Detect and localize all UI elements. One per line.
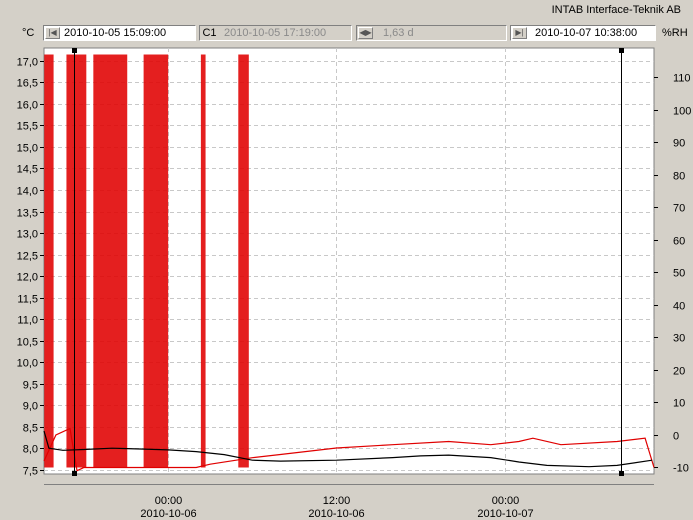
y-left-tick-label: 10,5 (17, 337, 38, 349)
rh-spike-band (143, 54, 169, 468)
rh-spike-band (200, 54, 206, 468)
y-right-tick-label: 30 (673, 333, 685, 345)
x-tick-time: 00:00 (492, 495, 520, 507)
y-left-tick-label: 8,0 (23, 444, 38, 456)
cursor-handle-bottom (72, 471, 77, 476)
y-left-tick-label: 10,0 (17, 358, 38, 370)
y-left-tick-label: 11,5 (17, 294, 38, 306)
plot-area (43, 47, 655, 475)
cursor-handle-bottom (619, 471, 624, 476)
x-tick-time: 12:00 (323, 495, 351, 507)
rh-spike-band (44, 54, 54, 468)
y-left-tick-label: 15,0 (17, 143, 38, 155)
y-left-tick-label: 14,5 (17, 164, 38, 176)
y-left-tick-label: 15,5 (17, 121, 38, 133)
x-tick-date: 2010-10-07 (477, 508, 533, 520)
y-left-tick-label: 8,5 (23, 423, 38, 435)
y-left-tick-label: 17,0 (17, 57, 38, 69)
rh-spike-band (93, 54, 128, 468)
x-tick-time: 00:00 (155, 495, 183, 507)
rh-spike-band (238, 54, 249, 468)
y-left-tick-label: 9,0 (23, 401, 38, 413)
y-right-tick-label: 90 (673, 138, 685, 150)
y-right-tick-label: 50 (673, 268, 685, 280)
y-right-tick-label: -10 (673, 463, 689, 475)
y-left-tick-label: 13,5 (17, 208, 38, 220)
y-right-tick-label: 70 (673, 203, 685, 215)
y-left-tick-label: 12,0 (17, 272, 38, 284)
y-right-tick-label: 20 (673, 366, 685, 378)
cursor-handle-top (72, 48, 77, 53)
y-left-tick-label: 9,5 (23, 380, 38, 392)
cursor-handle-top (619, 48, 624, 53)
chart[interactable]: 17,0 16,5 16,0 15,5 15,0 14,5 14,0 13,5 13,0 12,5… (0, 0, 693, 520)
y-right-tick-label: 100 (673, 106, 691, 118)
y-right-tick-label: 60 (673, 236, 685, 248)
y-right-tick-label: 0 (673, 431, 679, 443)
x-tick-date: 2010-10-06 (140, 508, 196, 520)
y-left-tick-label: 16,0 (17, 100, 38, 112)
y-right-tick-label: 10 (673, 398, 685, 410)
y-right-tick-label: 80 (673, 171, 685, 183)
x-tick-date: 2010-10-06 (308, 508, 364, 520)
y-left-tick-label: 12,5 (17, 251, 38, 263)
y-left-tick-label: 13,0 (17, 229, 38, 241)
y-left-tick-label: 11,0 (17, 315, 38, 327)
y-left-tick-label: 16,5 (17, 78, 38, 90)
rh-spike-band (66, 54, 87, 468)
y-right-tick-label: 40 (673, 301, 685, 313)
y-right-tick-label: 110 (673, 73, 691, 85)
y-left-tick-label: 14,0 (17, 186, 38, 198)
y-left-tick-label: 7,5 (23, 466, 38, 478)
